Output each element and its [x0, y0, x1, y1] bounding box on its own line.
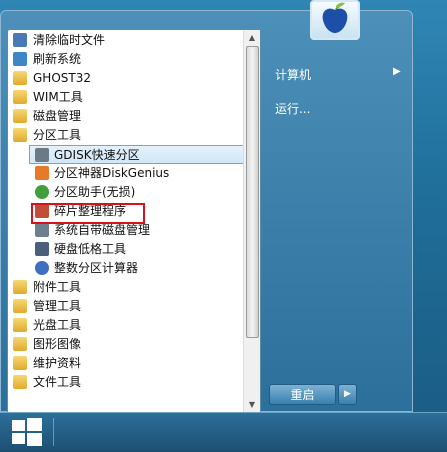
program-item[interactable]: 刷新系统 — [8, 50, 246, 69]
program-label: 光盘工具 — [33, 318, 82, 332]
folder-icon — [13, 356, 27, 370]
windows-start-icon[interactable] — [12, 418, 42, 446]
program-label: 硬盘低格工具 — [54, 242, 127, 256]
scroll-down-icon[interactable]: ▼ — [244, 397, 260, 413]
program-item[interactable]: 图形图像 — [8, 335, 246, 354]
taskbar-divider — [53, 418, 54, 446]
user-avatar[interactable] — [310, 0, 360, 40]
disk-management-icon — [35, 223, 49, 237]
program-item[interactable]: 附件工具 — [8, 278, 246, 297]
restart-button[interactable]: 重启 — [269, 384, 336, 405]
folder-icon — [13, 109, 27, 123]
program-label: 附件工具 — [33, 280, 82, 294]
program-item[interactable]: GHOST32 — [8, 69, 246, 88]
program-item[interactable]: 分区助手(无损) — [8, 183, 246, 202]
folder-icon — [13, 318, 27, 332]
programs-pane: 清除临时文件 刷新系统 GHOST32 WIM工具 磁盘管理 分区工具 GDISK快速分区分… — [7, 29, 261, 414]
disk-icon — [35, 148, 49, 162]
program-label: 分区工具 — [33, 128, 82, 142]
diskgenius-icon — [35, 166, 49, 180]
run-link[interactable]: 运行... — [275, 100, 310, 117]
folder-icon — [13, 375, 27, 389]
program-item[interactable]: 分区神器DiskGenius — [8, 164, 246, 183]
program-item[interactable]: 管理工具 — [8, 297, 246, 316]
program-label: 图形图像 — [33, 337, 82, 351]
computer-link[interactable]: 计算机 — [275, 66, 311, 83]
program-label: 刷新系统 — [33, 52, 82, 66]
programs-scrollbar[interactable]: ▲ ▼ — [243, 30, 260, 413]
partition-assistant-icon — [35, 185, 49, 199]
program-item[interactable]: 光盘工具 — [8, 316, 246, 335]
broom-icon — [13, 33, 27, 47]
start-menu: 清除临时文件 刷新系统 GHOST32 WIM工具 磁盘管理 分区工具 GDISK快速分区分… — [0, 10, 413, 414]
program-label: 管理工具 — [33, 299, 82, 313]
program-item[interactable]: 文件工具 — [8, 373, 246, 392]
format-icon — [35, 242, 49, 256]
folder-icon — [13, 128, 27, 142]
program-item[interactable]: 清除临时文件 — [8, 31, 246, 50]
program-label: 分区助手(无损) — [54, 185, 136, 199]
program-label: GDISK快速分区 — [54, 148, 140, 162]
refresh-icon — [13, 52, 27, 66]
program-item[interactable]: 分区工具 — [8, 126, 246, 145]
program-label: 清除临时文件 — [33, 33, 106, 47]
folder-icon — [13, 71, 27, 85]
folder-icon — [13, 299, 27, 313]
red-annotation-box — [31, 203, 145, 224]
program-item[interactable]: WIM工具 — [8, 88, 246, 107]
program-item[interactable]: GDISK快速分区 — [29, 145, 245, 164]
program-label: GHOST32 — [33, 71, 91, 85]
calculator-icon — [35, 261, 49, 275]
folder-icon — [13, 280, 27, 294]
user-picture-icon — [322, 2, 348, 34]
program-label: 整数分区计算器 — [54, 261, 139, 275]
scroll-thumb[interactable] — [246, 46, 259, 338]
restart-options-button[interactable]: ▶ — [338, 384, 357, 405]
taskbar — [0, 412, 447, 452]
program-label: 磁盘管理 — [33, 109, 82, 123]
program-label: WIM工具 — [33, 90, 83, 104]
program-label: 分区神器DiskGenius — [54, 166, 170, 180]
chevron-right-icon: ▶ — [393, 66, 401, 77]
scroll-up-icon[interactable]: ▲ — [244, 30, 260, 46]
folder-icon — [13, 337, 27, 351]
program-label: 维护资料 — [33, 356, 82, 370]
folder-icon — [13, 90, 27, 104]
program-item[interactable]: 磁盘管理 — [8, 107, 246, 126]
program-item[interactable]: 维护资料 — [8, 354, 246, 373]
program-item[interactable]: 整数分区计算器 — [8, 259, 246, 278]
program-item[interactable]: 硬盘低格工具 — [8, 240, 246, 259]
program-label: 文件工具 — [33, 375, 82, 389]
